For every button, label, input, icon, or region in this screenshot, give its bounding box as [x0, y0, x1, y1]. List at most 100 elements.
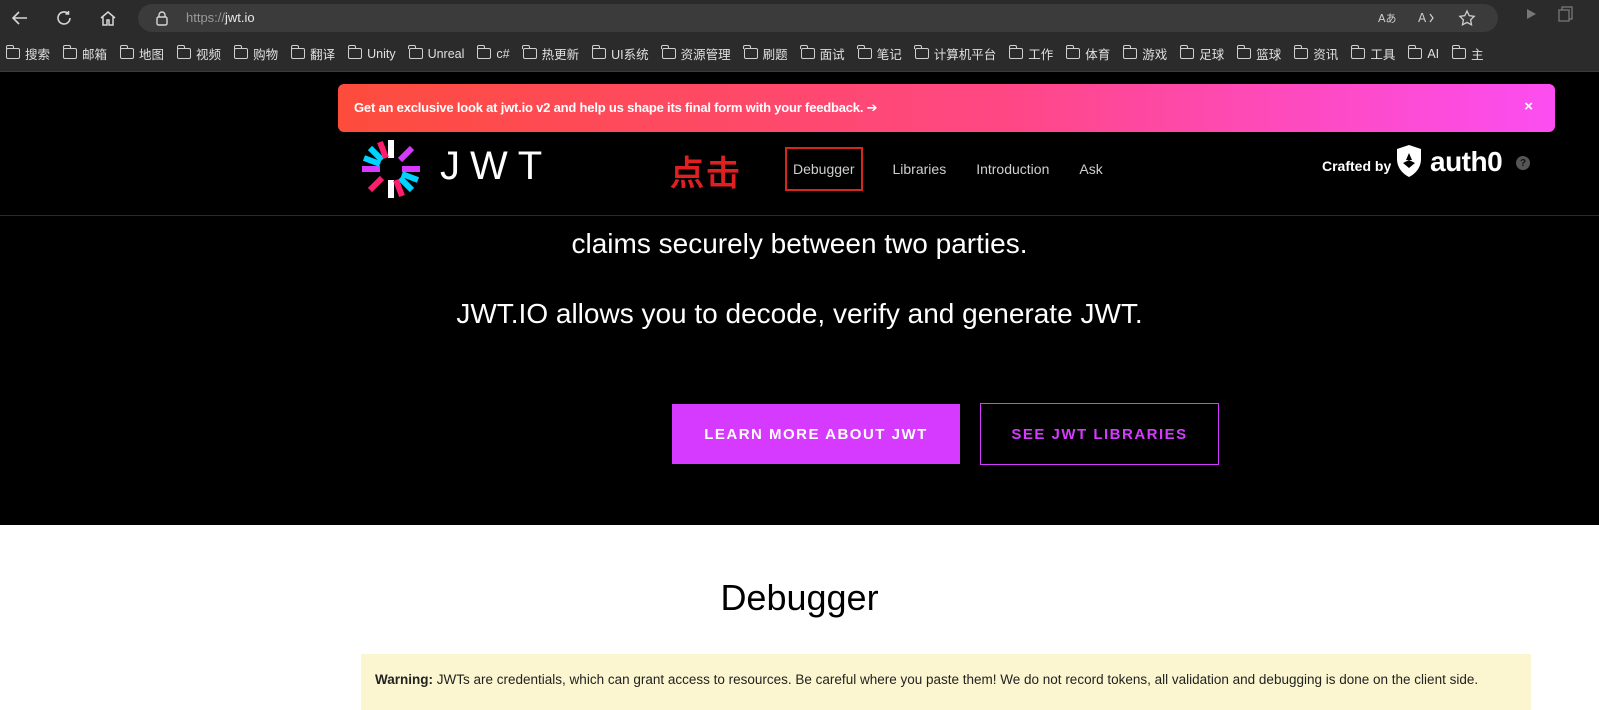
- bookmark-item[interactable]: c#: [477, 45, 510, 61]
- bookmark-label: 面试: [819, 48, 845, 62]
- bookmark-item[interactable]: 热更新: [522, 44, 579, 63]
- bookmark-label: 搜索: [25, 48, 51, 62]
- address-bar[interactable]: https://jwt.io Aあ A: [138, 4, 1498, 32]
- nav-debugger[interactable]: Debugger: [785, 147, 863, 191]
- bookmark-label: AI: [1427, 46, 1440, 61]
- bookmark-label: 邮箱: [82, 48, 108, 62]
- hero-section: Get an exclusive look at jwt.io v2 and h…: [0, 72, 1599, 525]
- click-annotation: 点击: [670, 155, 742, 193]
- folder-icon: [233, 45, 249, 59]
- bookmark-label: 篮球: [1256, 48, 1282, 62]
- bookmark-label: 地图: [139, 48, 165, 62]
- bookmark-item[interactable]: 计算机平台: [914, 44, 996, 63]
- folder-icon: [176, 45, 192, 59]
- browser-toolbar: https://jwt.io Aあ A: [0, 0, 1599, 36]
- bookmark-item[interactable]: 面试: [800, 44, 845, 63]
- warning-label: Warning:: [375, 672, 433, 687]
- play-icon[interactable]: [1524, 6, 1538, 27]
- arrow-right-icon: ➔: [866, 100, 878, 115]
- folder-icon: [914, 45, 929, 59]
- see-libraries-button[interactable]: SEE JWT LIBRARIES: [980, 403, 1219, 465]
- bookmark-item[interactable]: 资源管理: [661, 44, 731, 63]
- bookmark-item[interactable]: 地图: [119, 44, 165, 63]
- bookmark-label: 笔记: [876, 48, 902, 62]
- bookmark-item[interactable]: 工作: [1008, 44, 1053, 63]
- feedback-banner[interactable]: Get an exclusive look at jwt.io v2 and h…: [338, 84, 1555, 132]
- bookmark-item[interactable]: 主: [1451, 44, 1484, 63]
- bookmark-label: 体育: [1085, 48, 1111, 62]
- hero-text-line1: claims securely between two parties.: [571, 228, 1028, 259]
- folder-icon: [743, 45, 758, 59]
- lock-icon[interactable]: [154, 10, 170, 26]
- home-icon[interactable]: [96, 6, 120, 30]
- bookmark-item[interactable]: Unity: [347, 45, 396, 61]
- folder-icon: [408, 45, 423, 59]
- folder-icon: [1065, 45, 1081, 59]
- refresh-icon[interactable]: [52, 6, 76, 30]
- translate-icon[interactable]: Aあ: [1376, 8, 1398, 28]
- bookmark-item[interactable]: UI系统: [591, 44, 649, 63]
- bookmark-label: 刷题: [762, 48, 788, 62]
- folder-icon: [290, 45, 306, 59]
- debugger-section: Debugger Warning: JWTs are credentials, …: [0, 525, 1599, 710]
- debugger-title: Debugger: [720, 577, 879, 618]
- jwt-logo-icon[interactable]: [360, 138, 422, 200]
- bookmark-item[interactable]: 视频: [176, 44, 222, 63]
- help-icon[interactable]: ?: [1516, 156, 1530, 170]
- bookmark-item[interactable]: 邮箱: [62, 44, 108, 63]
- auth0-wordmark[interactable]: auth0: [1430, 146, 1503, 178]
- url-host: jwt.io: [225, 10, 255, 25]
- logo-wordmark[interactable]: JWT: [440, 144, 552, 189]
- bookmark-item[interactable]: 足球: [1179, 44, 1225, 63]
- bookmark-item[interactable]: 体育: [1065, 44, 1111, 63]
- bookmark-label: 主: [1471, 48, 1484, 62]
- url-text[interactable]: https://jwt.io: [186, 10, 255, 25]
- collections-icon[interactable]: [1558, 6, 1574, 27]
- folder-icon: [1236, 45, 1252, 59]
- bookmark-label: 购物: [253, 48, 279, 62]
- folder-icon: [1451, 45, 1467, 59]
- bookmark-item[interactable]: 笔记: [857, 44, 902, 63]
- nav-ask[interactable]: Ask: [1079, 161, 1102, 177]
- folder-icon: [591, 45, 607, 59]
- bookmark-item[interactable]: 工具: [1351, 44, 1395, 63]
- folder-icon: [857, 45, 872, 59]
- bookmark-item[interactable]: Unreal: [408, 45, 465, 61]
- warning-box: Warning: JWTs are credentials, which can…: [361, 654, 1531, 710]
- nav-introduction[interactable]: Introduction: [976, 161, 1049, 177]
- bookmark-label: UI系统: [611, 48, 649, 62]
- hero-text-line2: JWT.IO allows you to decode, verify and …: [456, 298, 1143, 329]
- bookmark-item[interactable]: 购物: [233, 44, 279, 63]
- back-arrow-icon[interactable]: [8, 6, 32, 30]
- nav-libraries[interactable]: Libraries: [893, 161, 947, 177]
- read-aloud-icon[interactable]: A: [1416, 8, 1438, 28]
- site-header: JWT 点击 Debugger Libraries Introduction A…: [0, 132, 1599, 216]
- bookmark-item[interactable]: 翻译: [290, 44, 335, 63]
- bookmark-label: 足球: [1199, 48, 1225, 62]
- close-icon[interactable]: ×: [1524, 98, 1533, 115]
- learn-more-button[interactable]: LEARN MORE ABOUT JWT: [672, 404, 960, 464]
- folder-icon: [1008, 45, 1024, 59]
- banner-text[interactable]: Get an exclusive look at jwt.io v2 and h…: [354, 100, 878, 116]
- folder-icon: [347, 45, 363, 59]
- bookmark-item[interactable]: 搜索: [5, 44, 51, 63]
- folder-icon: [1408, 45, 1423, 59]
- bookmark-label: 资讯: [1313, 48, 1339, 62]
- favorite-star-icon[interactable]: [1456, 8, 1478, 28]
- bookmark-item[interactable]: 资讯: [1293, 44, 1339, 63]
- folder-icon: [1179, 45, 1195, 59]
- bookmark-label: Unreal: [427, 46, 465, 61]
- bookmark-item[interactable]: AI: [1408, 45, 1440, 61]
- auth0-shield-icon[interactable]: [1395, 144, 1423, 178]
- bookmark-label: 视频: [196, 48, 222, 62]
- bookmark-item[interactable]: 游戏: [1122, 44, 1168, 63]
- bookmark-item[interactable]: 篮球: [1236, 44, 1282, 63]
- bookmark-item[interactable]: 刷题: [743, 44, 788, 63]
- svg-text:A: A: [1418, 11, 1427, 25]
- folder-icon: [62, 45, 78, 59]
- bookmark-label: 游戏: [1142, 48, 1168, 62]
- bookmark-label: 工具: [1370, 48, 1396, 62]
- main-nav: Debugger Libraries Introduction Ask: [785, 146, 1133, 192]
- crafted-by-label: Crafted by: [1322, 158, 1392, 174]
- folder-icon: [1122, 45, 1138, 59]
